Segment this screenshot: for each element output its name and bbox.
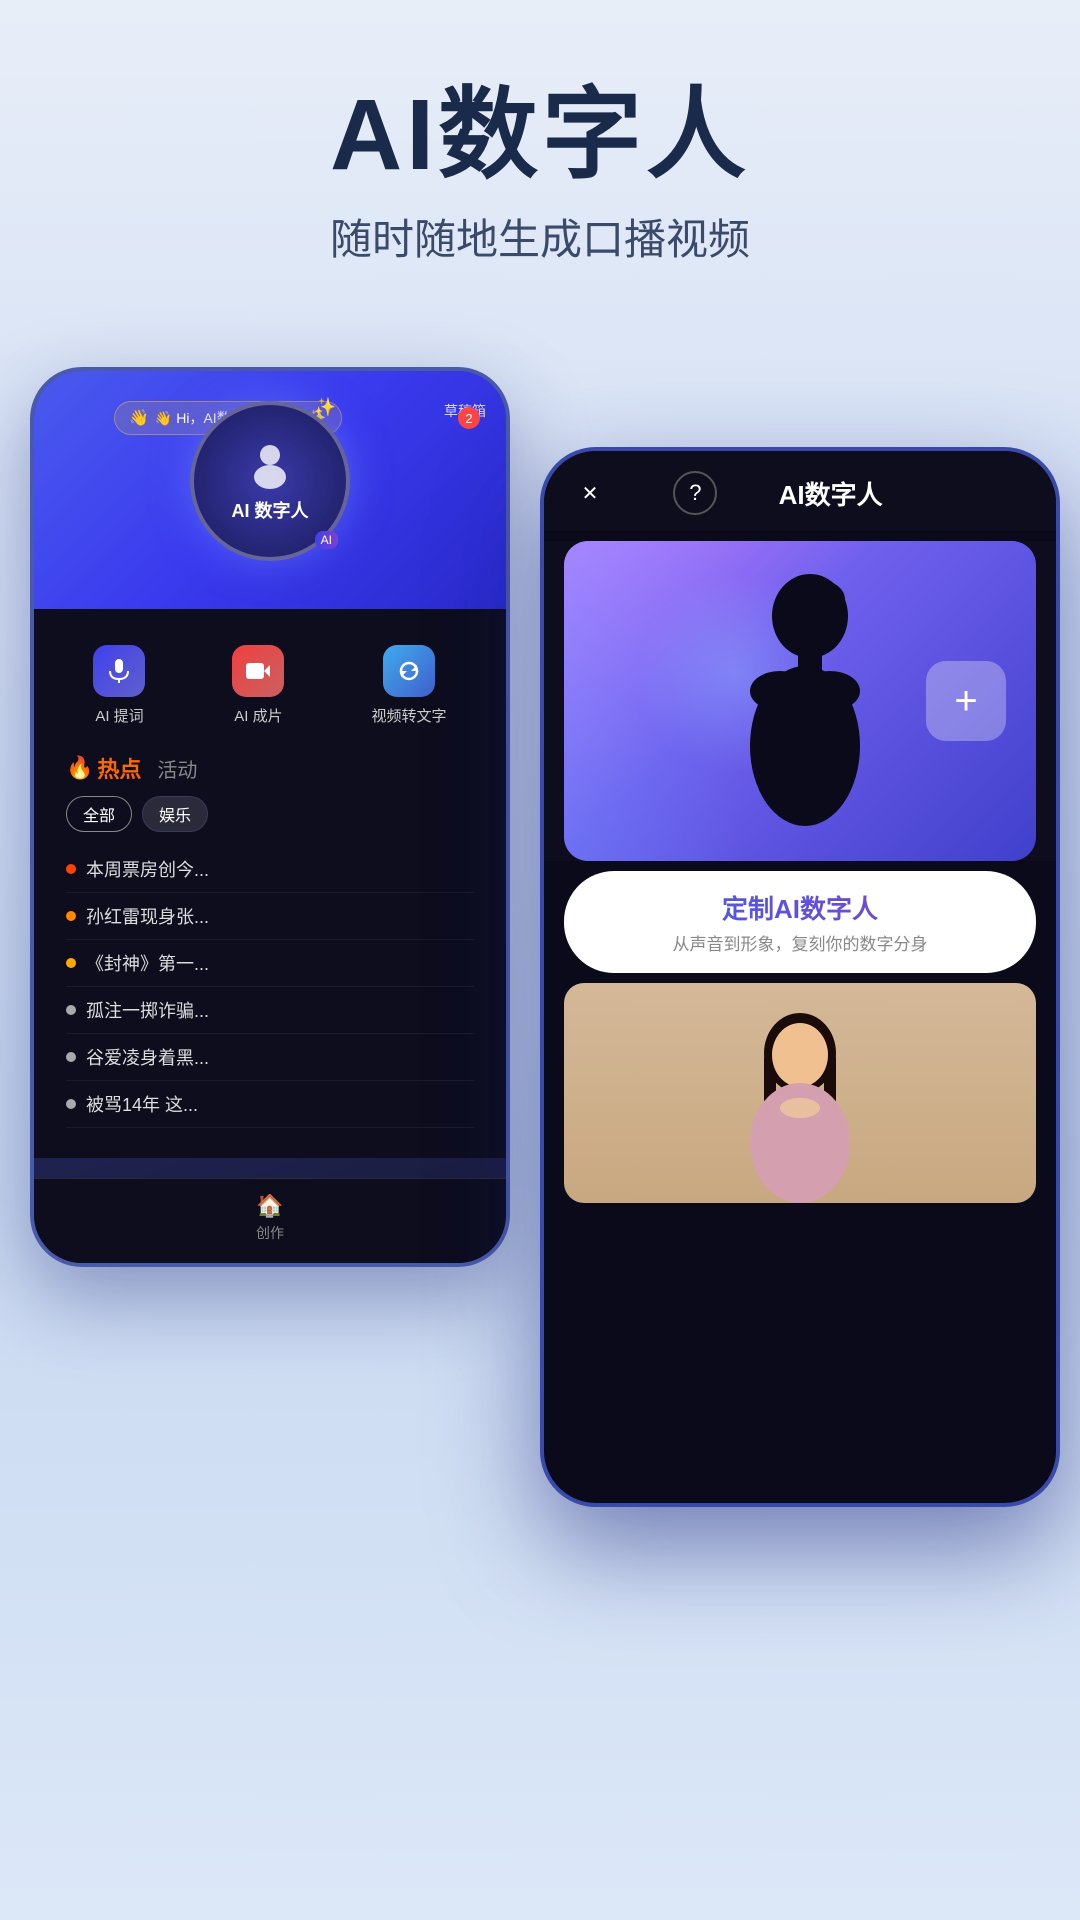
- customize-btn-sub: 从声音到形象，复刻你的数字分身: [582, 930, 1018, 955]
- back-bottom-nav: 🏠 创作: [34, 1178, 506, 1263]
- video-to-text[interactable]: 视频转文字: [371, 645, 446, 726]
- page-subtitle: 随时随地生成口播视频: [0, 206, 1080, 267]
- filter-entertainment[interactable]: 娱乐: [142, 796, 208, 832]
- topic-text-3: 《封神》第一...: [86, 950, 209, 976]
- ai-teleprompter[interactable]: AI 提词: [93, 645, 145, 726]
- phones-area: 👋 👋 Hi，AI数字人上线啦 ✨ 草稿箱 2 ✂ 开始创作 ✨: [0, 307, 1080, 1827]
- bullet-6: [66, 1099, 76, 1109]
- front-phone-header: ✕ ? AI数字人: [544, 451, 1056, 531]
- topic-item[interactable]: 孤注一掷诈骗...: [66, 987, 474, 1034]
- close-icon: ✕: [582, 481, 599, 506]
- topics-nav: 🔥 热点 活动: [66, 752, 474, 784]
- ai-chip-circle: AI: [315, 531, 338, 549]
- video-icon: [244, 657, 272, 685]
- activity-tab[interactable]: 活动: [157, 754, 197, 783]
- bullet-5: [66, 1052, 76, 1062]
- sparkle-top: ✨: [314, 397, 336, 418]
- filter-ent-label: 娱乐: [159, 808, 191, 825]
- bullet-4: [66, 1005, 76, 1015]
- topic-text-6: 被骂14年 这...: [86, 1091, 198, 1117]
- help-icon: ?: [689, 480, 701, 506]
- close-button[interactable]: ✕: [568, 471, 612, 515]
- activity-label: 活动: [157, 760, 197, 782]
- front-content: +: [544, 541, 1056, 861]
- presenter-card: [564, 983, 1036, 1203]
- wave-icon: 👋: [129, 408, 149, 428]
- bullet-1: [66, 864, 76, 874]
- customize-btn-text: 定制AI数字人: [582, 889, 1018, 926]
- convert-label: 视频转文字: [371, 705, 446, 726]
- person-icon: [245, 439, 295, 489]
- topic-item[interactable]: 本周票房创今...: [66, 846, 474, 893]
- hot-tab[interactable]: 🔥 热点: [66, 752, 141, 784]
- back-phone-body: AI 提词 AI 成片: [34, 609, 506, 1158]
- hot-label: 热点: [97, 752, 141, 784]
- plus-icon: +: [954, 681, 977, 721]
- topic-item[interactable]: 被骂14年 这...: [66, 1081, 474, 1128]
- customize-btn[interactable]: 定制AI数字人 从声音到形象，复刻你的数字分身: [564, 871, 1036, 973]
- create-nav-btn[interactable]: 🏠 创作: [256, 1193, 284, 1243]
- topic-text-5: 谷爱凌身着黑...: [86, 1044, 209, 1070]
- help-button[interactable]: ?: [673, 471, 717, 515]
- mic-icon: [105, 657, 133, 685]
- teleprompter-icon: [93, 645, 145, 697]
- topic-text-4: 孤注一掷诈骗...: [86, 997, 209, 1023]
- filter-row: 全部 娱乐: [66, 796, 474, 832]
- create-nav-label: 创作: [256, 1223, 284, 1243]
- convert-icon: [383, 645, 435, 697]
- header: AI数字人 随时随地生成口播视频: [0, 0, 1080, 307]
- home-icon: 🏠: [256, 1193, 283, 1219]
- film-icon: [232, 645, 284, 697]
- presenter-figure: [700, 993, 900, 1203]
- teleprompter-label: AI 提词: [95, 705, 143, 726]
- front-title: AI数字人: [779, 475, 883, 512]
- bullet-2: [66, 911, 76, 921]
- topic-text-2: 孙红雷现身张...: [86, 903, 209, 929]
- filter-all-label: 全部: [83, 808, 115, 825]
- male-silhouette: [700, 551, 900, 851]
- add-avatar-btn[interactable]: +: [926, 661, 1006, 741]
- ai-person-circle[interactable]: ✨ AI AI 数字人: [190, 401, 350, 561]
- feature-row: AI 提词 AI 成片: [50, 629, 490, 742]
- topic-item[interactable]: 孙红雷现身张...: [66, 893, 474, 940]
- topic-item[interactable]: 《封神》第一...: [66, 940, 474, 987]
- back-phone: 👋 👋 Hi，AI数字人上线啦 ✨ 草稿箱 2 ✂ 开始创作 ✨: [30, 367, 510, 1267]
- ai-person-label: AI 数字人: [231, 497, 308, 523]
- filter-all[interactable]: 全部: [66, 796, 132, 832]
- topics-section: 🔥 热点 活动 全部 娱乐: [50, 742, 490, 1138]
- topic-item[interactable]: 谷爱凌身着黑...: [66, 1034, 474, 1081]
- draft-badge: 2: [458, 407, 480, 429]
- front-phone: ✕ ? AI数字人: [540, 447, 1060, 1507]
- ai-film[interactable]: AI 成片: [232, 645, 284, 726]
- film-label: AI 成片: [234, 705, 282, 726]
- fire-icon: 🔥: [66, 755, 93, 781]
- avatar-showcase: +: [564, 541, 1036, 861]
- page-title: AI数字人: [0, 80, 1080, 190]
- bullet-3: [66, 958, 76, 968]
- topic-text-1: 本周票房创今...: [86, 856, 209, 882]
- refresh-icon: [395, 657, 423, 685]
